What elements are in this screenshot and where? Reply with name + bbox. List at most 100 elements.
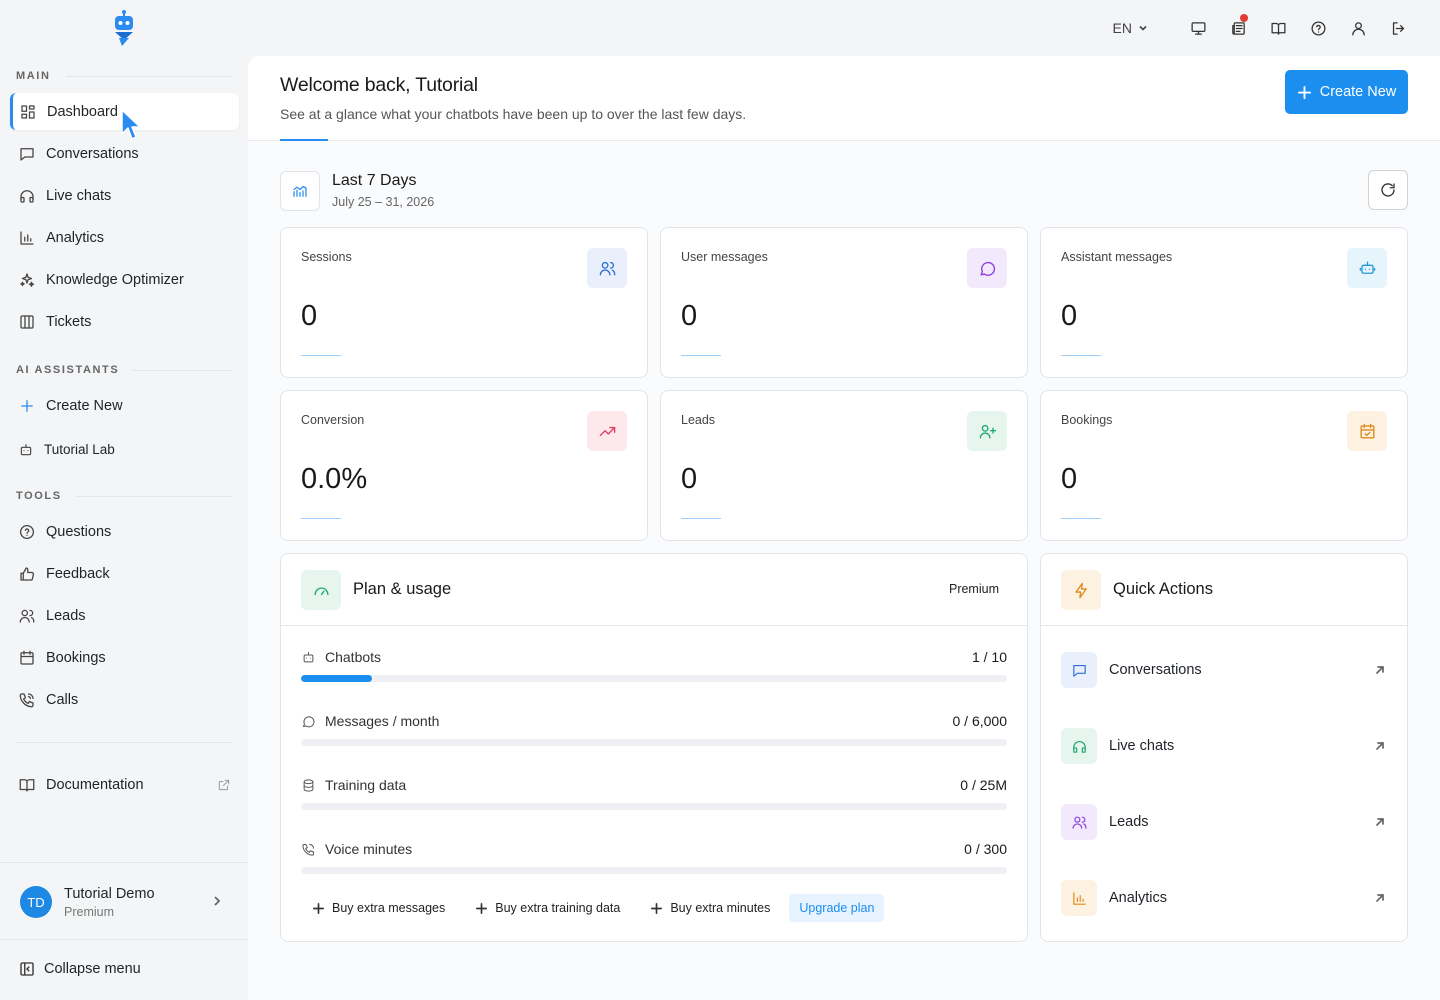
plus-icon [1297,85,1311,99]
sidebar-item-bookings[interactable]: Bookings [10,639,239,676]
stat-icon-box [967,411,1007,451]
message-circle-icon [303,715,315,727]
sidebar-item-analytics[interactable]: Analytics [10,219,239,256]
plan-usage-title: Plan & usage [353,580,452,598]
section-label-ai-assistants: AI ASSISTANTS [16,364,120,376]
user-profile-menu[interactable]: TD Tutorial Demo Premium [0,862,248,940]
quick-action-analytics[interactable]: Analytics [1061,878,1387,918]
divider [16,742,232,743]
sidebar-item-create-new[interactable]: Create New [10,387,239,424]
external-link-icon [218,779,230,790]
stat-value: 0.0% [301,463,368,495]
stat-label: Leads [681,413,716,427]
phone-call-icon [19,692,34,707]
message-square-icon [1072,664,1086,677]
book-icon [19,778,35,792]
refresh-icon [1381,183,1395,197]
bar-chart-icon [1072,891,1086,905]
quick-action-live-chats[interactable]: Live chats [1061,726,1387,766]
sidebar-item-documentation[interactable]: Documentation [10,766,239,803]
usage-progress-fill [301,675,372,682]
usage-row-chatbots: Chatbots 1 / 10 [301,649,1007,689]
usage-label-text: Voice minutes [325,841,413,857]
period-range: July 25 – 31, 2026 [332,195,435,209]
stat-icon-box [587,411,627,451]
plan-badge: Premium [948,582,999,596]
arrow-up-right-icon [1376,818,1384,826]
usage-progress-track [301,803,1007,810]
upgrade-plan-button[interactable]: Upgrade plan [789,894,885,922]
arrow-up-right-icon [1376,894,1384,902]
plus-icon [21,399,33,412]
quick-action-leads[interactable]: Leads [1061,802,1387,842]
sidebar-item-knowledge-optimizer[interactable]: Knowledge Optimizer [10,261,239,298]
quick-actions-title: Quick Actions [1113,580,1213,598]
user-icon[interactable] [1338,14,1378,42]
sidebar-item-leads[interactable]: Leads [10,597,239,634]
quick-action-label: Conversations [1109,662,1202,678]
sidebar-item-live-chats[interactable]: Live chats [10,177,239,214]
language-selector[interactable]: EN [1113,20,1148,36]
buy-extra-messages-button[interactable]: Buy extra messages [301,894,456,922]
create-new-button[interactable]: Create New [1285,70,1408,114]
news-icon[interactable] [1218,14,1258,42]
user-plus-icon [979,424,996,439]
sidebar-item-label: Feedback [46,565,110,582]
stat-label: User messages [681,250,768,264]
plus-icon [313,902,324,914]
create-new-label: Create New [1319,84,1397,100]
stat-value: 0 [681,300,698,332]
database-icon [303,778,314,792]
message-circle-icon [979,261,995,276]
stat-card-bookings: Bookings 0 [1040,390,1408,541]
phone-call-icon [302,843,314,856]
columns-icon [20,314,34,329]
period-title: Last 7 Days [332,172,417,189]
sidebar-item-questions[interactable]: Questions [10,513,239,550]
stat-icon-box [1347,411,1387,451]
dashboard-icon [21,104,35,119]
logout-icon[interactable] [1378,14,1418,42]
sidebar-item-tutorial-lab[interactable]: Tutorial Lab [10,431,239,468]
gauge-icon [313,586,329,595]
headphones-icon [1072,740,1086,753]
sidebar-item-calls[interactable]: Calls [10,681,239,718]
thumbs-up-icon [20,566,35,581]
usage-progress-track [301,739,1007,746]
notification-dot [1240,14,1248,22]
section-label-main: MAIN [16,70,51,82]
sidebar-item-tickets[interactable]: Tickets [10,303,239,340]
usage-label: Chatbots [301,649,381,665]
plus-icon [476,902,488,914]
book-open-icon[interactable] [1258,14,1298,42]
language-value: EN [1112,20,1132,36]
sparkles-icon [20,272,35,287]
usage-row-voice-minutes: Voice minutes 0 / 300 [301,841,1007,881]
brand-logo-icon[interactable] [110,10,138,48]
mouse-cursor-icon [121,109,141,140]
arrow-up-right-icon [1376,666,1384,674]
button-label: Buy extra training data [495,901,621,915]
buy-extra-minutes-button[interactable]: Buy extra minutes [639,894,781,922]
sidebar-item-label: Bookings [46,649,106,666]
plan-actions: Buy extra messages Buy extra training da… [301,894,885,922]
page-title: Welcome back, Tutorial [280,74,478,96]
sidebar-item-label: Analytics [46,229,105,246]
usage-value: 0 / 300 [964,841,1007,857]
collapse-menu-button[interactable]: Collapse menu [18,960,141,978]
quick-action-conversations[interactable]: Conversations [1061,650,1387,690]
buy-extra-training-data-button[interactable]: Buy extra training data [464,894,631,922]
sidebar-item-label: Documentation [46,776,144,793]
user-name: Tutorial Demo [64,886,155,902]
sidebar-item-feedback[interactable]: Feedback [10,555,239,592]
divider [66,76,232,77]
help-icon[interactable] [1298,14,1338,42]
refresh-button[interactable] [1368,170,1408,210]
bot-icon [1359,260,1375,274]
usage-row-messages: Messages / month 0 / 6,000 [301,713,1007,753]
panel-icon-box [301,570,341,610]
page-subtitle: See at a glance what your chatbots have … [280,106,747,122]
qa-icon-box [1061,804,1097,840]
qa-icon-box [1061,880,1097,916]
monitor-icon[interactable] [1178,14,1218,42]
